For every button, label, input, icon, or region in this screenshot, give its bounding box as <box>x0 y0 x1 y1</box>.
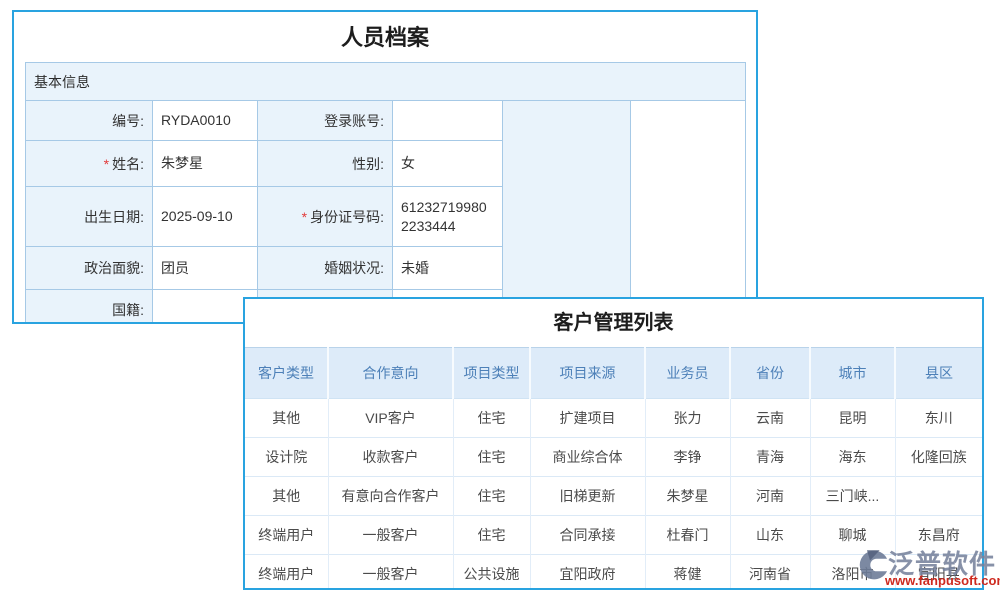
cell-county: 东川 <box>895 399 982 438</box>
cell-county <box>895 477 982 516</box>
cell-project-source: 合同承接 <box>530 516 645 555</box>
nationality-value <box>153 290 258 325</box>
gender-label: 性别: <box>258 141 393 187</box>
name-value: 朱梦星 <box>153 141 258 187</box>
code-value: RYDA0010 <box>153 101 258 141</box>
cell-project-source: 旧梯更新 <box>530 477 645 516</box>
basic-info-table: 基本信息 编号: RYDA0010 登录账号: 证件照 宽200px *姓名: … <box>25 62 746 324</box>
political-status-label: 政治面貌: <box>26 247 153 290</box>
cell-province: 山东 <box>730 516 810 555</box>
table-row: 其他 有意向合作客户 住宅 旧梯更新 朱梦星 河南 三门峡... <box>245 477 982 516</box>
cell-customer-type: 终端用户 <box>245 555 328 591</box>
customer-table-header-row: 客户类型 合作意向 项目类型 项目来源 业务员 省份 城市 县区 <box>245 348 982 399</box>
cell-province: 河南 <box>730 477 810 516</box>
customer-management-panel: 客户管理列表 客户类型 合作意向 项目类型 项目来源 业务员 省份 城市 县区 … <box>243 297 984 590</box>
personnel-panel-title: 人员档案 <box>14 20 756 56</box>
table-row: 终端用户 一般客户 公共设施 宜阳政府 蒋健 河南省 洛阳市 宜阳县 <box>245 555 982 591</box>
cell-city: 海东 <box>810 438 895 477</box>
cell-customer-type: 终端用户 <box>245 516 328 555</box>
cell-province: 青海 <box>730 438 810 477</box>
table-row: 设计院 收款客户 住宅 商业综合体 李铮 青海 海东 化隆回族 <box>245 438 982 477</box>
cell-county: 东昌府 <box>895 516 982 555</box>
nationality-label: 国籍: <box>26 290 153 325</box>
table-row: 终端用户 一般客户 住宅 合同承接 杜春门 山东 聊城 东昌府 <box>245 516 982 555</box>
photo-side-cell <box>631 101 746 325</box>
salesperson-link[interactable]: 杜春门 <box>645 516 730 555</box>
id-number-label: *身份证号码: <box>258 187 393 247</box>
gender-value: 女 <box>393 141 503 187</box>
required-asterisk: * <box>104 156 109 172</box>
table-row: 其他 VIP客户 住宅 扩建项目 张力 云南 昆明 东川 <box>245 399 982 438</box>
personnel-archive-panel: 人员档案 基本信息 编号: RYDA0010 登录账号: 证件照 宽200px … <box>12 10 758 324</box>
cell-customer-type: 设计院 <box>245 438 328 477</box>
id-photo-cell: 证件照 宽200px <box>503 101 631 325</box>
cell-project-type: 住宅 <box>453 399 530 438</box>
cell-county: 宜阳县 <box>895 555 982 591</box>
cell-customer-type: 其他 <box>245 399 328 438</box>
cell-project-type: 住宅 <box>453 438 530 477</box>
code-label: 编号: <box>26 101 153 141</box>
cell-project-source: 宜阳政府 <box>530 555 645 591</box>
cell-cooperation-intent: 一般客户 <box>328 555 453 591</box>
name-label: *姓名: <box>26 141 153 187</box>
col-header-city[interactable]: 城市 <box>810 348 895 399</box>
cell-county: 化隆回族 <box>895 438 982 477</box>
cell-city: 昆明 <box>810 399 895 438</box>
col-header-province[interactable]: 省份 <box>730 348 810 399</box>
marital-status-value: 未婚 <box>393 247 503 290</box>
cell-cooperation-intent: 一般客户 <box>328 516 453 555</box>
birth-date-label: 出生日期: <box>26 187 153 247</box>
marital-status-label: 婚姻状况: <box>258 247 393 290</box>
cell-province: 河南省 <box>730 555 810 591</box>
cell-project-source: 商业综合体 <box>530 438 645 477</box>
cell-project-source: 扩建项目 <box>530 399 645 438</box>
salesperson-link[interactable]: 李铮 <box>645 438 730 477</box>
col-header-customer-type[interactable]: 客户类型 <box>245 348 328 399</box>
cell-city: 三门峡... <box>810 477 895 516</box>
basic-info-section-header: 基本信息 <box>26 63 746 101</box>
cell-cooperation-intent: 有意向合作客户 <box>328 477 453 516</box>
cell-cooperation-intent: VIP客户 <box>328 399 453 438</box>
cell-province: 云南 <box>730 399 810 438</box>
salesperson-link[interactable]: 朱梦星 <box>645 477 730 516</box>
cell-project-type: 公共设施 <box>453 555 530 591</box>
cell-cooperation-intent: 收款客户 <box>328 438 453 477</box>
col-header-project-source[interactable]: 项目来源 <box>530 348 645 399</box>
id-number-value: 612327199802233444 <box>393 187 503 247</box>
cell-city: 聊城 <box>810 516 895 555</box>
cell-project-type: 住宅 <box>453 516 530 555</box>
salesperson-link[interactable]: 张力 <box>645 399 730 438</box>
col-header-county[interactable]: 县区 <box>895 348 982 399</box>
customer-table: 客户类型 合作意向 项目类型 项目来源 业务员 省份 城市 县区 其他 VIP客… <box>245 347 982 590</box>
login-account-label: 登录账号: <box>258 101 393 141</box>
col-header-salesperson[interactable]: 业务员 <box>645 348 730 399</box>
customer-panel-title: 客户管理列表 <box>245 299 982 347</box>
birth-date-value: 2025-09-10 <box>153 187 258 247</box>
salesperson-link[interactable]: 蒋健 <box>645 555 730 591</box>
required-asterisk: * <box>302 209 307 225</box>
col-header-cooperation-intent[interactable]: 合作意向 <box>328 348 453 399</box>
cell-customer-type: 其他 <box>245 477 328 516</box>
cell-city: 洛阳市 <box>810 555 895 591</box>
cell-project-type: 住宅 <box>453 477 530 516</box>
political-status-value: 团员 <box>153 247 258 290</box>
col-header-project-type[interactable]: 项目类型 <box>453 348 530 399</box>
login-account-value <box>393 101 503 141</box>
